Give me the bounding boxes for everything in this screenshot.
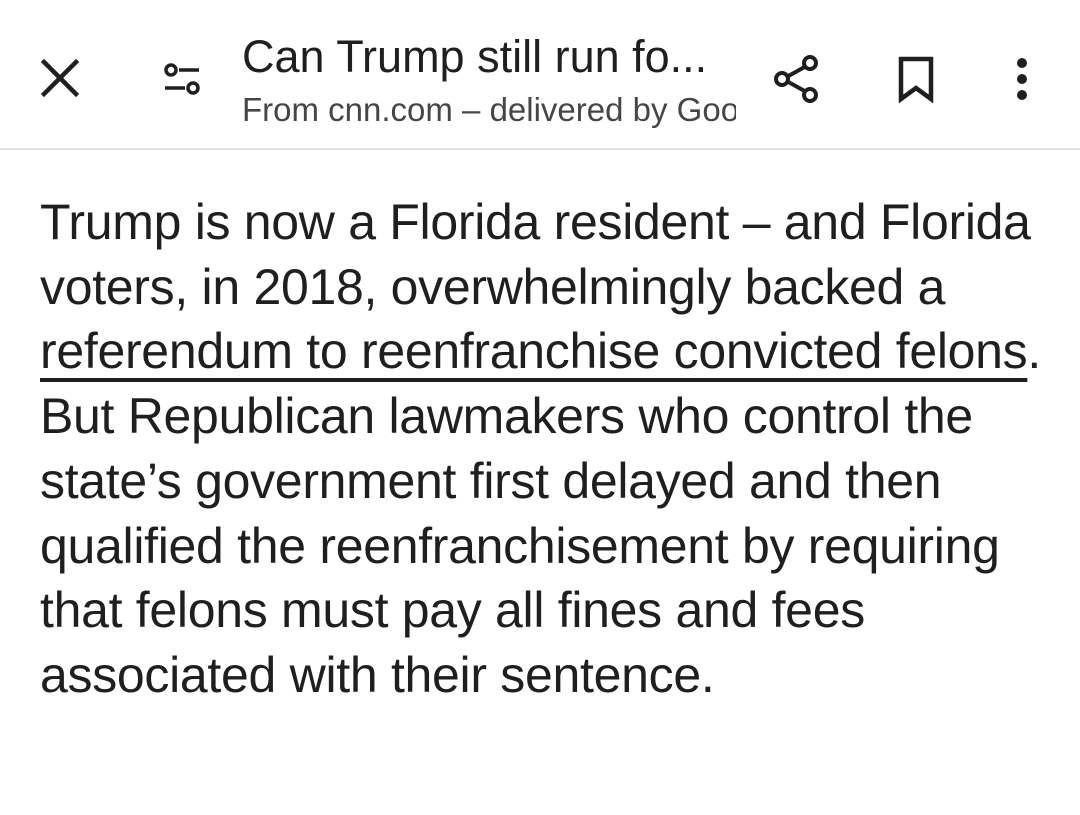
share-icon xyxy=(774,55,818,103)
referendum-link[interactable]: referendum to reenfranchise convicted fe… xyxy=(40,323,1028,379)
tune-icon xyxy=(164,63,200,95)
more-options-button[interactable] xyxy=(1000,48,1044,110)
paragraph-text-start: Trump is now a Florida resident – and Fl… xyxy=(40,194,1031,315)
paragraph-text-end: . But Republican lawmakers who control t… xyxy=(40,323,1041,703)
close-icon xyxy=(40,58,80,98)
article-paragraph: Trump is now a Florida resident – and Fl… xyxy=(40,190,1050,708)
top-app-bar: Can Trump still run fo... From cnn.com –… xyxy=(0,0,1080,150)
bookmark-icon xyxy=(898,56,934,103)
more-vert-icon xyxy=(1017,58,1027,100)
page-title: Can Trump still run fo... xyxy=(242,31,708,82)
title-block: Can Trump still run fo... From cnn.com –… xyxy=(242,28,736,132)
close-button[interactable] xyxy=(30,50,90,106)
article-body: Trump is now a Florida resident – and Fl… xyxy=(40,190,1050,708)
customize-button[interactable] xyxy=(152,52,212,108)
share-button[interactable] xyxy=(764,48,828,110)
bookmark-button[interactable] xyxy=(884,48,948,110)
source-subtitle: From cnn.com – delivered by Google xyxy=(242,91,736,128)
